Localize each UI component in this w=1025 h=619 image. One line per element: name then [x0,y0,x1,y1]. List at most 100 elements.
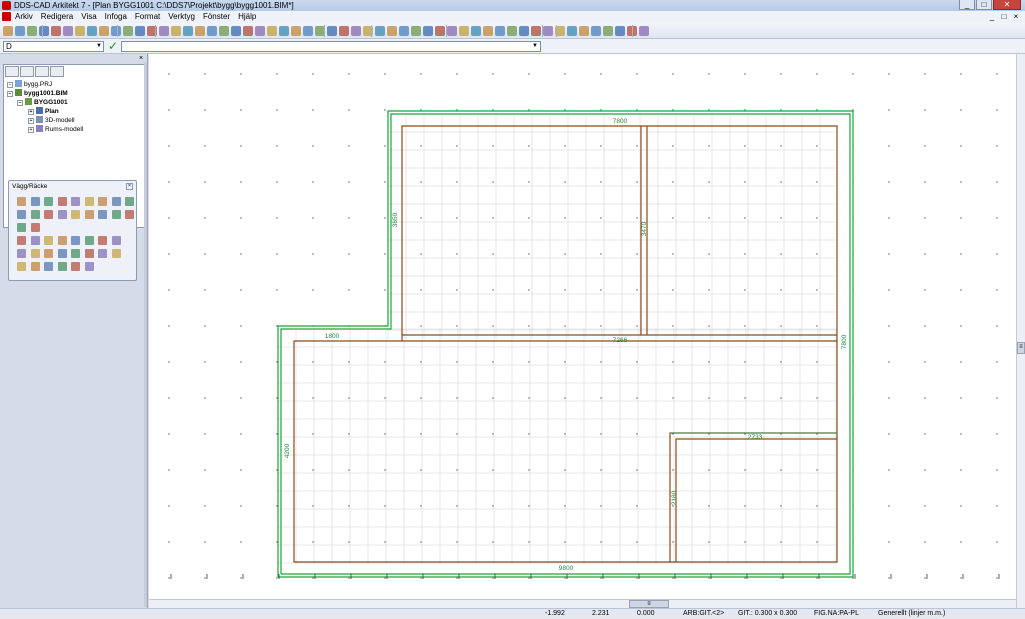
toolbar-tool-icon[interactable] [243,26,253,36]
palette-tool-icon[interactable] [57,210,67,219]
toolbar-tool-icon[interactable] [435,26,445,36]
toolbar-tool-icon[interactable] [87,26,97,36]
toolbar-tool-icon[interactable] [387,26,397,36]
palette-tool-icon[interactable] [84,262,94,271]
app-icon[interactable] [2,1,11,10]
tree-node-3d-model[interactable]: +3D-modell [28,116,75,125]
vertical-scroll-thumb[interactable]: ≡ [1017,342,1025,354]
toolbar-tool-icon[interactable] [483,26,493,36]
toolbar-tool-icon[interactable] [519,26,529,36]
doc-minimize-button[interactable]: _ [987,12,997,21]
palette-tool-icon[interactable] [44,197,53,206]
palette-tool-icon[interactable] [57,197,67,206]
palette-tool-icon[interactable] [84,236,94,245]
maximize-button[interactable]: □ [976,0,992,10]
toolbar-tool-icon[interactable] [615,26,625,36]
toolbar-tool-icon[interactable] [219,26,229,36]
close-button[interactable]: ✕ [993,0,1021,10]
palette-tool-icon[interactable] [71,249,80,258]
palette-tool-icon[interactable] [44,210,53,219]
floor-plan-drawing[interactable]: 7800 3650 3470 1800 7266 7800 4200 2733 2180 9800 [149,54,1016,600]
toolbar-tool-icon[interactable] [639,26,649,36]
menu-hjalp[interactable]: Hjälp [234,11,260,23]
tree-node-plan[interactable]: + Plan [28,107,59,116]
toolbar-tool-icon[interactable] [207,26,217,36]
palette-tool-icon[interactable] [17,210,26,219]
toolbar-tool-icon[interactable] [123,26,133,36]
palette-tool-icon[interactable] [71,197,80,206]
toolbar-tool-icon[interactable] [579,26,589,36]
horizontal-scrollbar[interactable]: ≡ [149,599,1016,608]
menu-fonster[interactable]: Fönster [199,11,234,23]
tree-node-project[interactable]: − bygg.PRJ [7,80,52,89]
palette-close-button[interactable]: × [126,183,133,190]
toolbar-tool-icon[interactable] [15,26,25,36]
palette-tool-icon[interactable] [111,236,121,245]
toolbar-tool-icon[interactable] [39,26,49,36]
palette-tool-icon[interactable] [44,262,53,271]
palette-tool-icon[interactable] [30,249,40,258]
toolbar-tool-icon[interactable] [99,26,109,36]
palette-tool-icon[interactable] [71,210,80,219]
palette-tool-icon[interactable] [44,249,53,258]
palette-tool-icon[interactable] [57,262,67,271]
panel-close-button[interactable]: × [139,55,143,62]
confirm-check-button[interactable]: ✓ [108,39,118,53]
palette-tool-icon[interactable] [84,249,94,258]
menu-arkiv[interactable]: Arkiv [11,11,37,23]
menu-verktyg[interactable]: Verktyg [164,11,199,23]
toolbar-tool-icon[interactable] [591,26,601,36]
tab-layers-icon[interactable] [35,66,49,77]
toolbar-tool-icon[interactable] [495,26,505,36]
palette-tool-icon[interactable] [30,197,40,206]
layer-select[interactable]: D ▼ [3,41,104,52]
menu-redigera[interactable]: Redigera [37,11,77,23]
toolbar-tool-icon[interactable] [351,26,361,36]
palette-tool-icon[interactable] [44,236,53,245]
doc-close-button[interactable]: × [1011,12,1021,21]
tree-node-room-model[interactable]: + Rums-modell [28,125,83,134]
toolbar-tool-icon[interactable] [111,26,121,36]
palette-tool-icon[interactable] [111,249,121,258]
tab-model-icon[interactable] [20,66,34,77]
toolbar-tool-icon[interactable] [423,26,433,36]
drawing-canvas[interactable]: 7800 3650 3470 1800 7266 7800 4200 2733 2180 9800 [149,54,1016,600]
palette-tool-icon[interactable] [57,236,67,245]
toolbar-tool-icon[interactable] [603,26,613,36]
toolbar-tool-icon[interactable] [171,26,181,36]
toolbar-tool-icon[interactable] [195,26,205,36]
toolbar-tool-icon[interactable] [135,26,145,36]
tab-properties-icon[interactable] [50,66,64,77]
vertical-scrollbar[interactable]: ≡ [1016,54,1025,608]
collapse-icon[interactable]: − [17,100,23,106]
toolbar-tool-icon[interactable] [267,26,277,36]
toolbar-tool-icon[interactable] [543,26,553,36]
toolbar-tool-icon[interactable] [27,26,37,36]
doc-restore-button[interactable]: □ [999,12,1009,21]
palette-tool-icon[interactable] [111,197,121,206]
palette-tool-icon[interactable] [98,236,107,245]
toolbar-tool-icon[interactable] [375,26,385,36]
toolbar-tool-icon[interactable] [471,26,481,36]
toolbar-tool-icon[interactable] [459,26,469,36]
toolbar-tool-icon[interactable] [63,26,73,36]
expand-icon[interactable]: + [28,127,34,133]
palette-tool-icon[interactable] [98,249,107,258]
tab-project-icon[interactable] [5,66,19,77]
menu-format[interactable]: Format [131,11,164,23]
toolbar-tool-icon[interactable] [447,26,457,36]
palette-tool-icon[interactable] [57,249,67,258]
toolbar-tool-icon[interactable] [327,26,337,36]
palette-tool-icon[interactable] [125,197,134,206]
collapse-icon[interactable]: − [7,91,13,97]
expand-icon[interactable]: + [28,118,34,124]
palette-tool-icon[interactable] [17,236,26,245]
toolbar-tool-icon[interactable] [51,26,61,36]
palette-tool-icon[interactable] [111,210,121,219]
menu-infoga[interactable]: Infoga [101,11,131,23]
menu-visa[interactable]: Visa [77,11,100,23]
expand-icon[interactable]: + [28,109,34,115]
palette-tool-icon[interactable] [17,197,26,206]
toolbar-tool-icon[interactable] [507,26,517,36]
command-input[interactable]: ▼ [121,41,541,52]
